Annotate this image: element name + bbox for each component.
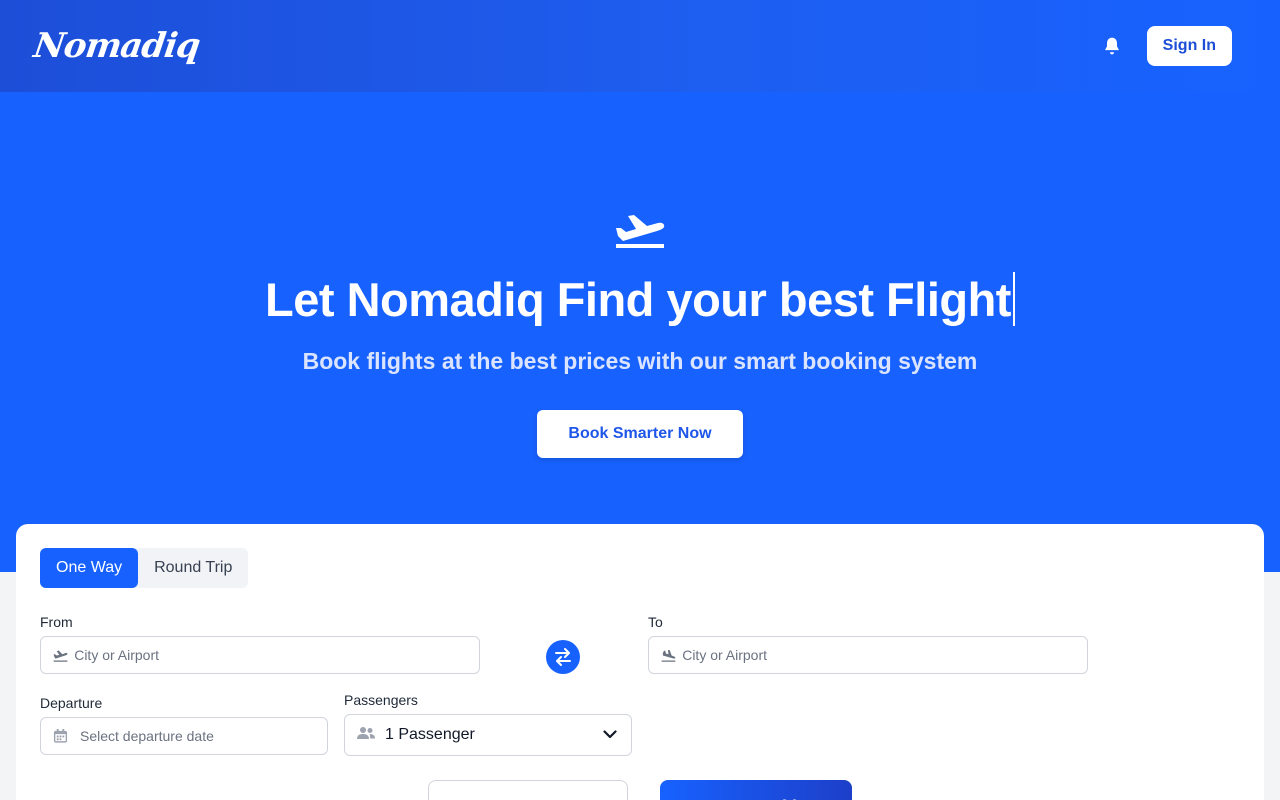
secondary-action-button[interactable] — [428, 780, 628, 800]
departure-plane-icon — [53, 647, 68, 663]
plane-takeoff-icon — [614, 210, 666, 250]
from-input[interactable] — [74, 647, 479, 663]
arrival-plane-icon — [661, 647, 676, 663]
departure-label: Departure — [40, 695, 103, 711]
sign-in-button[interactable]: Sign In — [1146, 26, 1232, 66]
text-caret — [1012, 272, 1015, 326]
hero-subtitle: Book flights at the best prices with our… — [302, 348, 978, 374]
trip-type-toggle: One Way Round Trip — [40, 548, 249, 588]
book-smarter-button[interactable]: Book Smarter Now — [537, 410, 743, 458]
flight-search-card: One Way Round Trip From To Departure Pas… — [16, 524, 1264, 800]
from-field[interactable] — [40, 636, 480, 674]
swap-icon[interactable] — [546, 640, 580, 674]
to-input[interactable] — [682, 647, 1087, 663]
round-trip-tab[interactable]: Round Trip — [138, 548, 248, 588]
bell-icon[interactable] — [1101, 35, 1123, 57]
to-label: To — [648, 614, 663, 630]
hero-title-text: Let Nomadiq Find your best Flight — [265, 273, 1011, 326]
top-actions: Sign In — [1101, 26, 1232, 66]
calendar-icon — [53, 728, 68, 744]
departure-date-input[interactable] — [80, 728, 327, 744]
passengers-label: Passengers — [344, 692, 418, 708]
logo[interactable]: Nomadiq — [31, 26, 202, 66]
smart-booking-button[interactable]: Smart Booking — [660, 780, 852, 800]
chevron-down-icon — [603, 726, 617, 744]
one-way-tab[interactable]: One Way — [40, 548, 139, 588]
hero-section: Let Nomadiq Find your best Flight Book f… — [0, 92, 1280, 572]
hero-title: Let Nomadiq Find your best Flight — [0, 272, 1280, 327]
passengers-select[interactable]: 1 Passenger — [344, 714, 632, 756]
to-field[interactable] — [648, 636, 1088, 674]
passengers-value: 1 Passenger — [385, 726, 475, 743]
users-icon — [357, 726, 375, 745]
from-label: From — [40, 614, 73, 630]
departure-date-field[interactable] — [40, 717, 328, 755]
top-navbar: Nomadiq Sign In — [0, 0, 1280, 92]
